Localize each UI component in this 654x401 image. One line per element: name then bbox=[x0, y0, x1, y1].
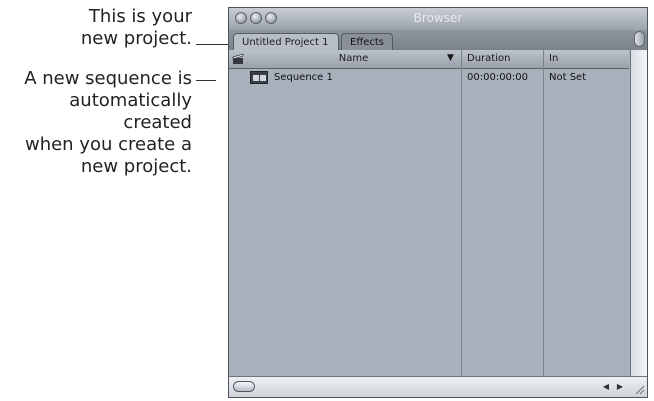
row-name: Sequence 1 bbox=[274, 72, 333, 83]
sequence-callout-line-4: new project. bbox=[80, 156, 192, 177]
tab-bar: Untitled Project 1 Effects bbox=[229, 30, 647, 50]
tab-effects[interactable]: Effects bbox=[341, 33, 393, 50]
table-row[interactable]: Sequence 1 00:00:00:00 Not Set bbox=[229, 70, 629, 86]
sequence-callout-line-1: A new sequence is bbox=[24, 68, 192, 89]
column-divider[interactable] bbox=[543, 50, 544, 377]
column-header-row: Name ▼ Duration In bbox=[229, 50, 629, 69]
scroll-thumb[interactable] bbox=[233, 381, 255, 392]
sequence-callout-line-3: when you create a bbox=[24, 134, 192, 155]
scroll-left-arrow-icon[interactable]: ◀ bbox=[603, 382, 609, 391]
scroll-right-arrow-icon[interactable]: ▶ bbox=[617, 382, 623, 391]
sort-descending-icon[interactable]: ▼ bbox=[447, 53, 454, 63]
column-divider[interactable] bbox=[461, 50, 462, 377]
tab-untitled-project-1[interactable]: Untitled Project 1 bbox=[233, 33, 339, 50]
clapper-icon bbox=[232, 53, 244, 64]
column-in-header[interactable]: In bbox=[549, 53, 558, 64]
sequence-icon bbox=[250, 71, 268, 84]
sequence-callout: A new sequence is automatically created … bbox=[0, 68, 192, 178]
browser-window: Browser Untitled Project 1 Effects Name … bbox=[228, 7, 648, 398]
tab-scroll-knob[interactable] bbox=[634, 31, 645, 47]
project-callout-line-2: new project. bbox=[80, 28, 192, 49]
row-in: Not Set bbox=[549, 72, 587, 83]
project-callout-line-1: This is your bbox=[88, 6, 192, 27]
horizontal-scrollbar[interactable]: ◀ ▶ bbox=[229, 376, 647, 397]
vertical-scrollbar[interactable] bbox=[630, 50, 647, 378]
window-title: Browser bbox=[413, 11, 463, 25]
column-name-header[interactable]: Name bbox=[247, 53, 460, 64]
project-callout: This is your new project. bbox=[81, 6, 192, 50]
title-bar[interactable]: Browser bbox=[229, 8, 647, 31]
resize-grip-icon[interactable] bbox=[633, 383, 645, 395]
sequence-leader-line bbox=[196, 80, 216, 81]
row-duration: 00:00:00:00 bbox=[467, 72, 529, 83]
column-duration-header[interactable]: Duration bbox=[467, 53, 510, 64]
sequence-callout-line-2: automatically created bbox=[69, 90, 192, 133]
